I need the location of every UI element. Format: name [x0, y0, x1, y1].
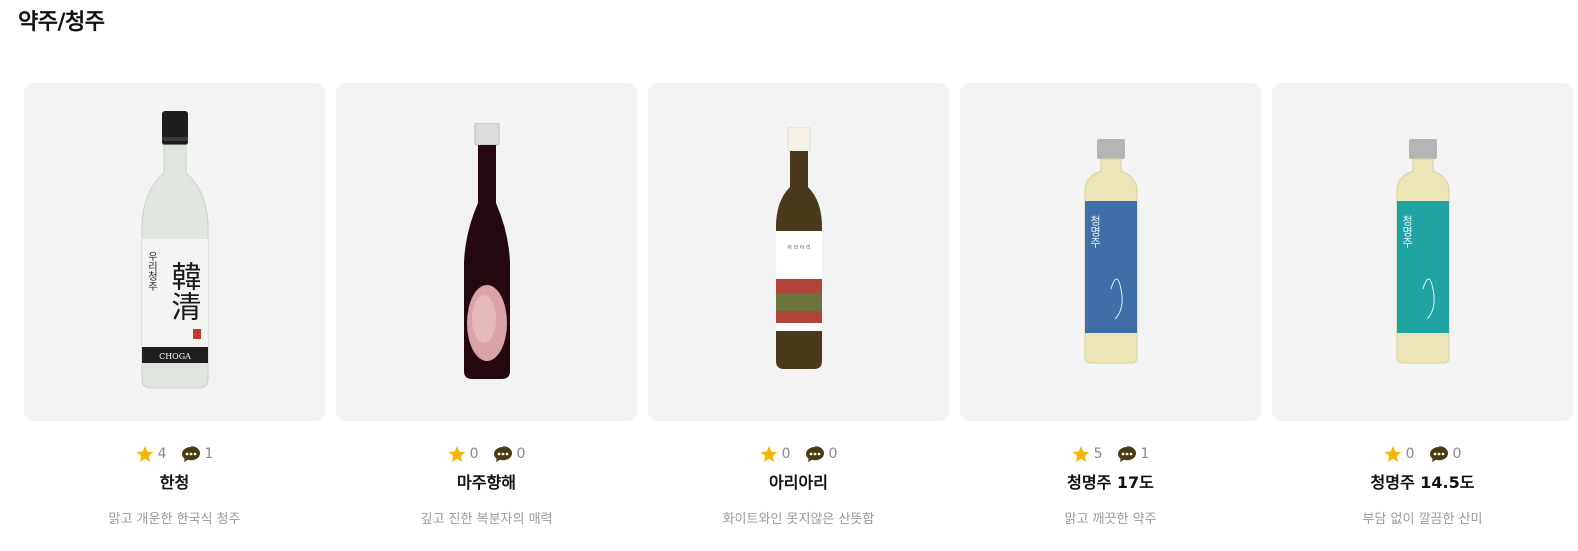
label-text: 청명주: [1400, 215, 1413, 248]
product-image[interactable]: [336, 83, 637, 421]
product-stats: 0 0: [648, 445, 949, 463]
bottle-image: 아 리 아 리: [775, 127, 822, 369]
comment-count: 1: [1140, 446, 1150, 462]
product-image[interactable]: 아 리 아 리: [648, 83, 949, 421]
rating-count: 5: [1093, 446, 1103, 462]
comment-count: 1: [204, 446, 214, 462]
speech-bubble-icon: [1429, 445, 1449, 463]
product-card[interactable]: CHOGA 韓清 우리청주 4 1 한청 맑고 개운한 한국식 청주: [24, 83, 325, 527]
bottle-image: CHOGA 韓清 우리청주: [141, 111, 208, 389]
label-side: 우리청주: [145, 251, 157, 292]
product-name[interactable]: 청명주 17도: [960, 469, 1261, 492]
product-card[interactable]: 청명주 0 0 청명주 14.5도 부담 없이 깔끔한 산미: [1272, 83, 1573, 527]
bottle-image: [463, 123, 510, 379]
comment-count: 0: [516, 446, 526, 462]
speech-bubble-icon: [805, 445, 825, 463]
label-main: 韓清: [165, 261, 200, 321]
product-description: 화이트와인 못지않은 산뜻함: [722, 512, 875, 527]
product-description: 부담 없이 깔끔한 산미: [1362, 512, 1483, 527]
comment-count: 0: [1452, 446, 1462, 462]
label-brand: CHOGA: [159, 352, 191, 361]
product-stats: 0 0: [1272, 445, 1573, 463]
section-title: 약주/청주: [18, 10, 105, 35]
product-description: 맑고 깨끗한 약주: [1064, 512, 1157, 527]
rating-count: 0: [1405, 446, 1415, 462]
comment-count: 0: [828, 446, 838, 462]
label-text: 청명주: [1088, 215, 1101, 248]
product-card[interactable]: 0 0 마주향해 깊고 진한 복분자의 매력: [336, 83, 637, 527]
product-description: 깊고 진한 복분자의 매력: [420, 512, 553, 527]
product-name[interactable]: 한청: [24, 469, 325, 492]
speech-bubble-icon: [181, 445, 201, 463]
speech-bubble-icon: [493, 445, 513, 463]
product-card[interactable]: 아 리 아 리 0 0 아리아리 화이트와인 못지않은 산뜻함: [648, 83, 949, 527]
rating-count: 0: [781, 446, 791, 462]
product-image[interactable]: CHOGA 韓清 우리청주: [24, 83, 325, 421]
product-stats: 5 1: [960, 445, 1261, 463]
product-stats: 0 0: [336, 445, 637, 463]
star-icon: [136, 445, 154, 463]
product-name[interactable]: 마주향해: [336, 469, 637, 492]
product-description: 맑고 개운한 한국식 청주: [108, 512, 241, 527]
product-name[interactable]: 청명주 14.5도: [1272, 469, 1573, 492]
bottle-image: 청명주: [1396, 139, 1449, 364]
bottle-image: 청명주: [1084, 139, 1137, 364]
product-stats: 4 1: [24, 445, 325, 463]
label-text: 아 리 아 리: [787, 244, 810, 251]
rating-count: 0: [469, 446, 479, 462]
rating-count: 4: [157, 446, 167, 462]
star-icon: [1384, 445, 1402, 463]
speech-bubble-icon: [1117, 445, 1137, 463]
product-image[interactable]: 청명주: [960, 83, 1261, 421]
product-image[interactable]: 청명주: [1272, 83, 1573, 421]
star-icon: [448, 445, 466, 463]
star-icon: [1072, 445, 1090, 463]
product-name[interactable]: 아리아리: [648, 469, 949, 492]
star-icon: [760, 445, 778, 463]
product-card[interactable]: 청명주 5 1 청명주 17도 맑고 깨끗한 약주: [960, 83, 1261, 527]
